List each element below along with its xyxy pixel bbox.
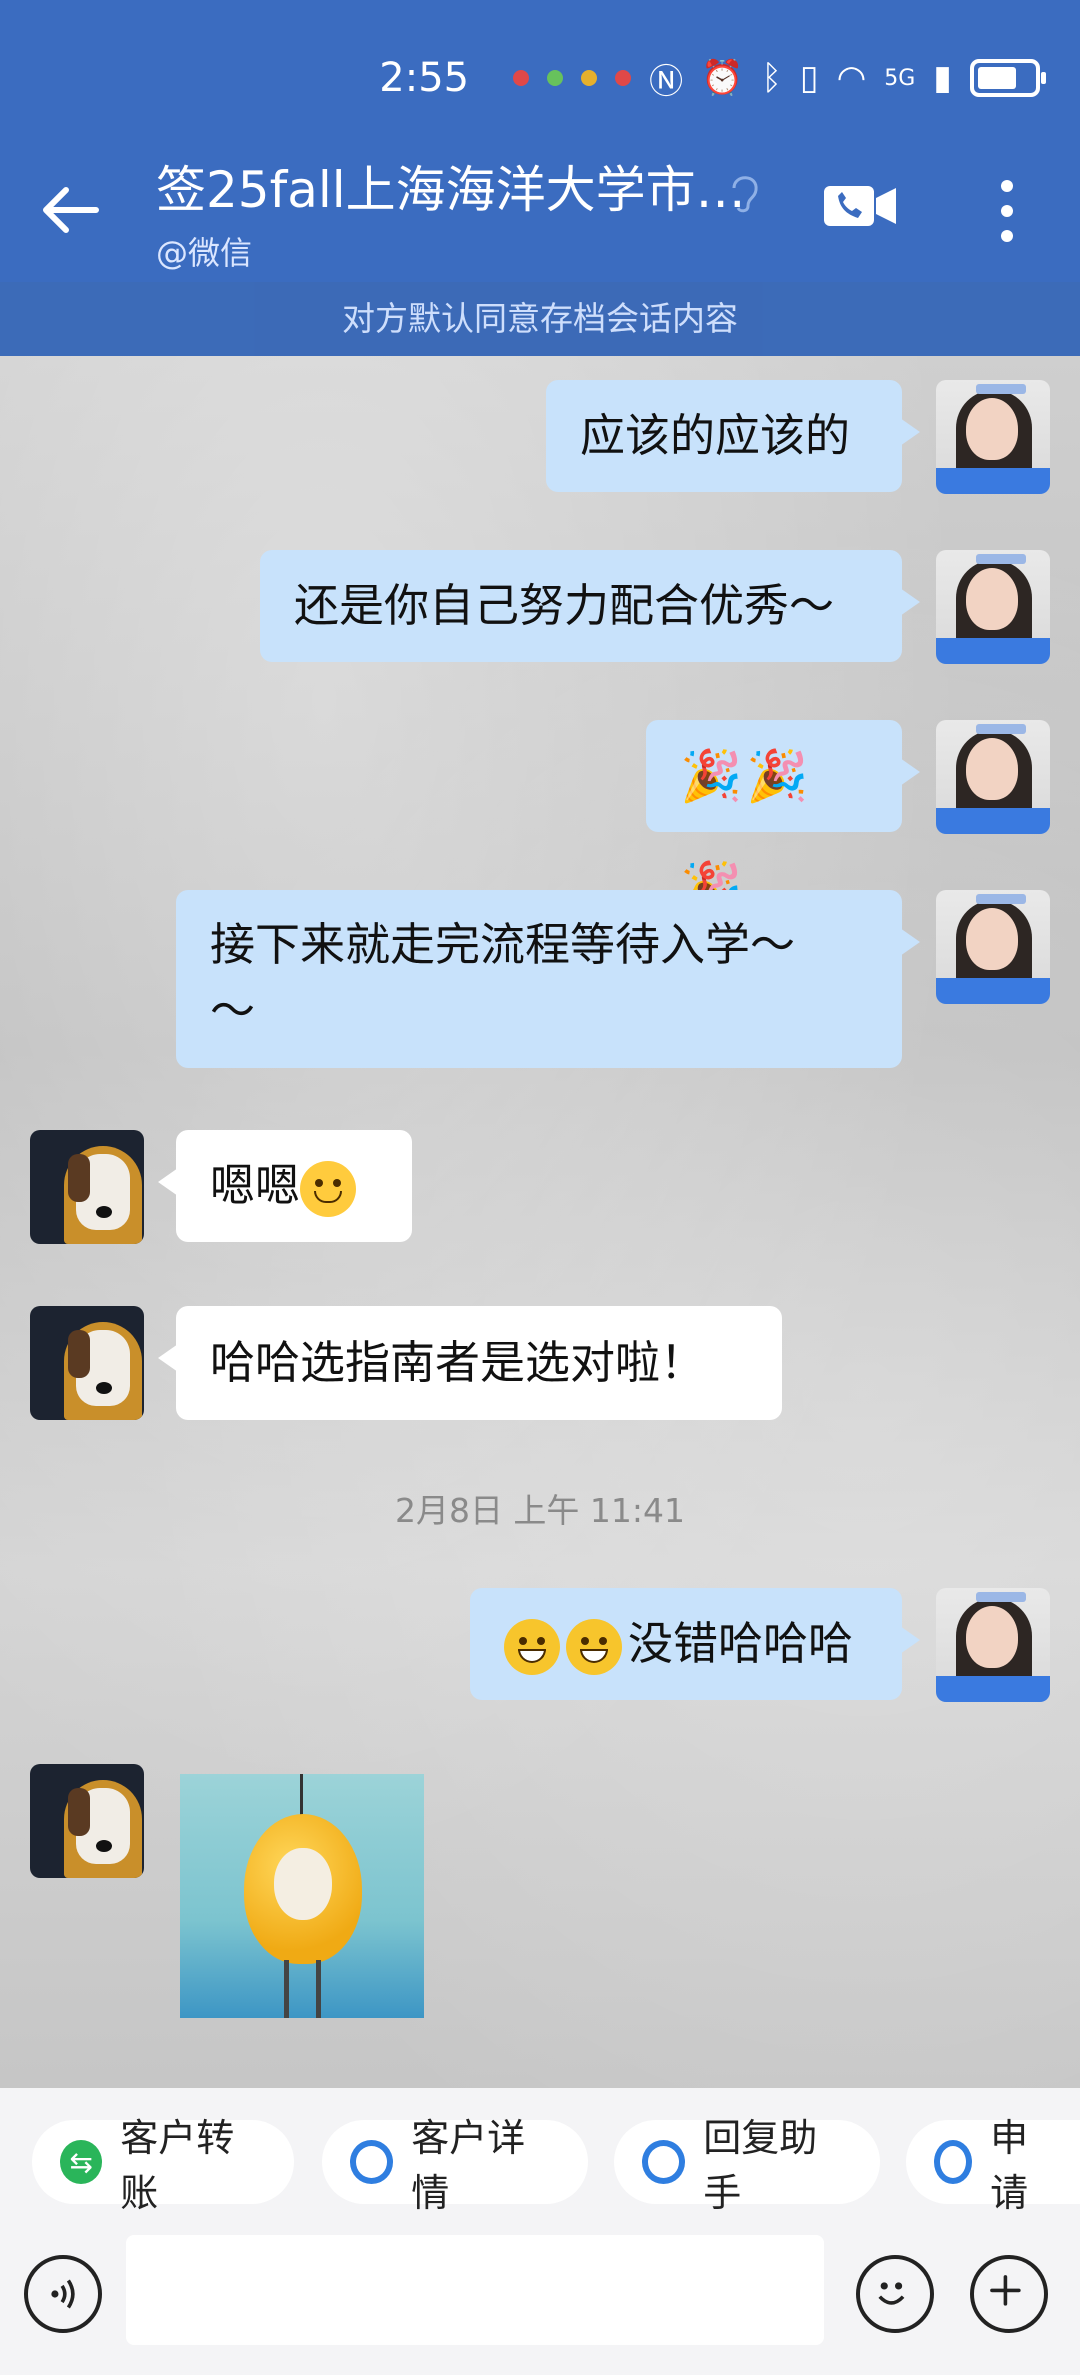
- notification-icon: [547, 70, 564, 86]
- emoji-picker-icon[interactable]: [856, 2255, 934, 2333]
- notification-icon: [615, 70, 632, 86]
- battery-icon: [970, 59, 1046, 97]
- smile-emoji-icon: [300, 1161, 357, 1217]
- lemon-sticker-image[interactable]: [180, 1774, 424, 2018]
- input-bar: [0, 2223, 1080, 2375]
- transfer-icon: ⇆: [60, 2140, 103, 2184]
- message-line: 接下来就走完流程等待入学～: [210, 918, 796, 971]
- message-text: 没错哈哈哈: [628, 1617, 854, 1670]
- contact-avatar[interactable]: [30, 1764, 144, 1878]
- my-avatar[interactable]: [936, 890, 1050, 1004]
- customer-detail-icon: [350, 2140, 394, 2184]
- add-more-icon[interactable]: [970, 2255, 1048, 2333]
- reply-assistant-button[interactable]: 回复助手: [614, 2116, 880, 2215]
- message-bubble[interactable]: 应该的应该的: [546, 380, 920, 492]
- contact-avatar[interactable]: [30, 1130, 144, 1244]
- message-timestamp: 2月8日 上午 11:41: [394, 1491, 686, 1530]
- message-input[interactable]: [126, 2235, 824, 2345]
- quick-action-label: 客户详情: [411, 2116, 526, 2215]
- voice-input-icon[interactable]: [24, 2255, 102, 2333]
- message-bubble[interactable]: 接下来就走完流程等待入学～ ～: [176, 890, 920, 1068]
- signal-icon: ▮: [933, 58, 952, 98]
- nfc-icon: Ⓝ: [649, 61, 684, 102]
- message-bubble[interactable]: 哈哈选指南者是选对啦！: [158, 1306, 782, 1420]
- wifi-icon: ◠: [836, 58, 867, 98]
- back-arrow-icon[interactable]: [36, 175, 106, 245]
- quick-action-label: 客户转账: [120, 2116, 235, 2215]
- vibrate-icon: ▯: [799, 58, 819, 98]
- message-line: ～: [210, 984, 256, 1037]
- contact-avatar[interactable]: [30, 1306, 144, 1420]
- status-bar: 2:55 Ⓝ ⏰ ᛒ ▯ ◠ 5G ▮: [379, 48, 1046, 108]
- message-text: 嗯嗯: [210, 1159, 301, 1212]
- notification-icon: [581, 70, 598, 86]
- grin-emoji-icon: [566, 1619, 622, 1675]
- my-avatar[interactable]: [936, 720, 1050, 834]
- chat-subtitle: @微信: [156, 234, 253, 272]
- customer-details-button[interactable]: 客户详情: [322, 2116, 588, 2215]
- quick-actions-bar: ⇆ 客户转账 客户详情 回复助手 申请: [0, 2088, 1080, 2223]
- message-bubble[interactable]: 🎉🎉🎉: [646, 720, 920, 917]
- reply-assistant-icon: [642, 2140, 686, 2184]
- message-bubble[interactable]: 还是你自己努力配合优秀～: [260, 550, 920, 662]
- alarm-icon: ⏰: [701, 58, 744, 98]
- my-avatar[interactable]: [936, 380, 1050, 494]
- notification-icon: [513, 70, 530, 86]
- grin-emoji-icon: [504, 1619, 560, 1675]
- more-options-icon[interactable]: [990, 176, 1024, 246]
- status-time: 2:55: [379, 55, 470, 101]
- quick-action-label: 申请: [990, 2116, 1029, 2215]
- archive-notice: 对方默认同意存档会话内容: [0, 282, 1080, 356]
- chat-title: 签25fall上海海洋大学市…: [156, 161, 746, 219]
- customer-transfer-button[interactable]: ⇆ 客户转账: [32, 2116, 294, 2215]
- apply-button[interactable]: 申请: [906, 2116, 1080, 2215]
- apply-icon: [934, 2140, 973, 2184]
- network-type: 5G: [884, 65, 916, 91]
- my-avatar[interactable]: [936, 550, 1050, 664]
- bluetooth-icon: ᛒ: [761, 58, 782, 98]
- quick-action-label: 回复助手: [703, 2116, 818, 2215]
- message-bubble[interactable]: 没错哈哈哈: [470, 1588, 920, 1700]
- top-bar: 2:55 Ⓝ ⏰ ᛒ ▯ ◠ 5G ▮ 签25fall上海海洋大学市… @微信: [0, 0, 1080, 282]
- video-call-icon[interactable]: [824, 180, 896, 232]
- my-avatar[interactable]: [936, 1588, 1050, 1702]
- message-bubble[interactable]: 嗯嗯: [158, 1130, 412, 1242]
- ear-icon: [732, 176, 758, 213]
